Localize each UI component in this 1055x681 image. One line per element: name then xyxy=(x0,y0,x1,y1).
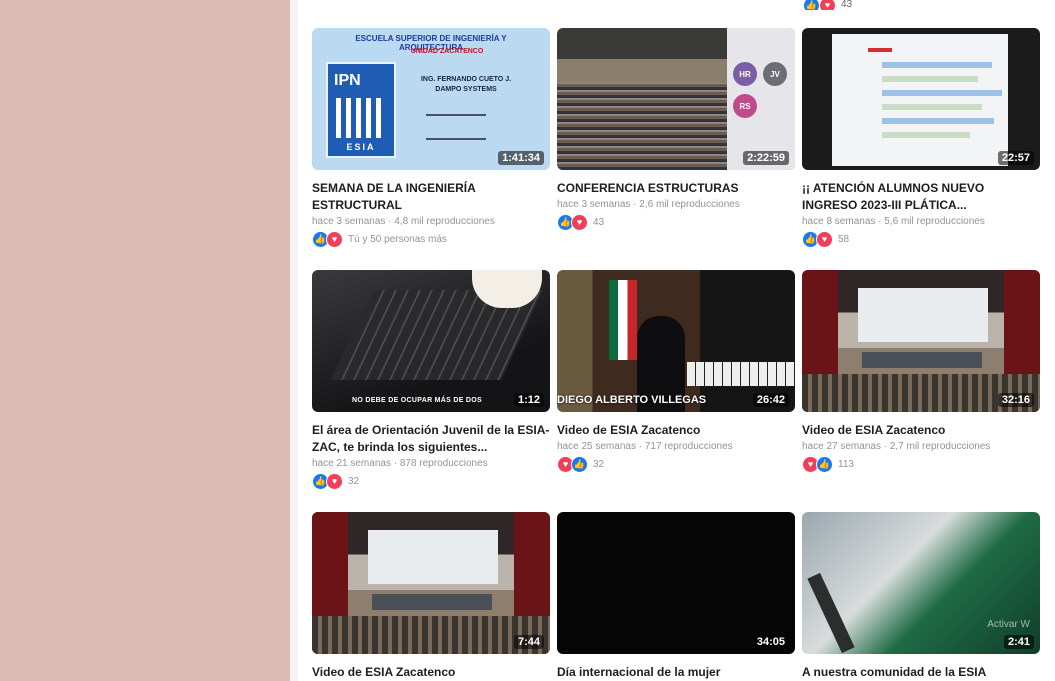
love-icon: ♥ xyxy=(819,0,836,10)
thumb-subbanner: UNIDAD ZACATENCO xyxy=(410,48,484,55)
video-card[interactable]: ESCUELA SUPERIOR DE INGENIERÍA Y ARQUITE… xyxy=(312,28,550,248)
love-icon: ♥ xyxy=(571,214,588,231)
video-meta: hace 21 semanas · 878 reproducciones xyxy=(312,458,488,469)
video-reactions[interactable]: ♥ 👍 32 xyxy=(557,456,795,473)
video-duration: 32:16 xyxy=(997,393,1034,407)
video-thumbnail[interactable]: 32:16 xyxy=(802,270,1040,412)
video-card[interactable]: 22:57 ¡¡ ATENCIÓN ALUMNOS NUEVO INGRESO … xyxy=(802,28,1040,248)
participants-panel: HR JV RS xyxy=(727,28,795,170)
video-thumbnail[interactable]: Activar W 2:41 xyxy=(802,512,1040,654)
video-duration: 1:12 xyxy=(513,393,544,407)
video-thumbnail[interactable]: ESCUELA SUPERIOR DE INGENIERÍA Y ARQUITE… xyxy=(312,28,550,170)
video-title[interactable]: El área de Orientación Juvenil de la ESI… xyxy=(312,422,550,456)
video-card[interactable]: Activar W 2:41 A nuestra comunidad de la… xyxy=(802,512,1040,681)
video-title[interactable]: ¡¡ ATENCIÓN ALUMNOS NUEVO INGRESO 2023-I… xyxy=(802,180,1040,214)
thumb-caption: NO DEBE DE OCUPAR MÁS DE DOS xyxy=(352,397,483,404)
video-meta: hace 3 semanas · 2,6 mil reproducciones xyxy=(557,199,740,210)
video-duration: 26:42 xyxy=(752,393,789,407)
video-meta: hace 3 semanas · 4,8 mil reproducciones xyxy=(312,216,495,227)
like-icon: 👍 xyxy=(816,456,833,473)
video-title[interactable]: Día internacional de la mujer xyxy=(557,664,795,681)
video-duration: 2:41 xyxy=(1003,635,1034,649)
mexico-flag-icon xyxy=(609,280,637,360)
love-icon: ♥ xyxy=(816,231,833,248)
partial-reactions: 👍 ♥ 43 xyxy=(803,0,852,10)
video-grid: 👍 ♥ 43 ESCUELA SUPERIOR DE INGENIERÍA Y … xyxy=(298,0,1055,681)
video-thumbnail[interactable]: 7:44 xyxy=(312,512,550,654)
video-title[interactable]: Video de ESIA Zacatenco xyxy=(312,664,550,681)
left-panel xyxy=(0,0,290,681)
video-reactions[interactable]: 👍 ♥ 32 xyxy=(312,473,550,490)
video-reactions[interactable]: 👍 ♥ 58 xyxy=(802,231,1040,248)
thumb-caption: DIEGO ALBERTO VILLEGAS xyxy=(557,394,707,406)
avatar: RS xyxy=(733,94,757,118)
video-duration: 34:05 xyxy=(752,635,789,649)
video-thumbnail[interactable]: 22:57 xyxy=(802,28,1040,170)
video-reactions[interactable]: 👍 ♥ Tú y 50 personas más xyxy=(312,231,550,248)
video-thumbnail[interactable]: 34:05 xyxy=(557,512,795,654)
video-meta: hace 8 semanas · 5,6 mil reproducciones xyxy=(802,216,985,227)
video-thumbnail[interactable]: DIEGO ALBERTO VILLEGAS 26:42 xyxy=(557,270,795,412)
video-thumbnail[interactable]: NO DEBE DE OCUPAR MÁS DE DOS 1:12 xyxy=(312,270,550,412)
video-duration: 22:57 xyxy=(997,151,1034,165)
video-title[interactable]: Video de ESIA Zacatenco xyxy=(557,422,795,439)
video-duration: 1:41:34 xyxy=(498,151,544,165)
video-card[interactable]: 7:44 Video de ESIA Zacatenco xyxy=(312,512,550,681)
video-duration: 7:44 xyxy=(513,635,544,649)
video-card[interactable]: DIEGO ALBERTO VILLEGAS 26:42 Video de ES… xyxy=(557,270,795,473)
video-card[interactable]: NO DEBE DE OCUPAR MÁS DE DOS 1:12 El áre… xyxy=(312,270,550,490)
video-thumbnail[interactable]: HR JV RS 2:22:59 xyxy=(557,28,795,170)
video-meta: hace 25 semanas · 717 reproducciones xyxy=(557,441,733,452)
video-title[interactable]: CONFERENCIA ESTRUCTURAS xyxy=(557,180,795,197)
video-card[interactable]: HR JV RS 2:22:59 CONFERENCIA ESTRUCTURAS… xyxy=(557,28,795,231)
thumb-speaker: ING. FERNANDO CUETO J. xyxy=(420,76,512,83)
video-card[interactable]: 32:16 Video de ESIA Zacatenco hace 27 se… xyxy=(802,270,1040,473)
video-meta: hace 27 semanas · 2,7 mil reproducciones xyxy=(802,441,991,452)
love-icon: ♥ xyxy=(326,231,343,248)
watermark-text: Activar W xyxy=(987,619,1030,630)
video-reactions[interactable]: ♥ 👍 113 xyxy=(802,456,1040,473)
video-title[interactable]: A nuestra comunidad de la ESIA xyxy=(802,664,1040,681)
avatar: HR xyxy=(733,62,757,86)
video-title[interactable]: SEMANA DE LA INGENIERÍA ESTRUCTURAL xyxy=(312,180,550,214)
like-icon: 👍 xyxy=(571,456,588,473)
thumb-company: DAMPO SYSTEMS xyxy=(435,86,497,93)
like-icon: 👍 xyxy=(803,0,820,10)
avatar: JV xyxy=(763,62,787,86)
gutter xyxy=(290,0,298,681)
video-reactions[interactable]: 👍 ♥ 43 xyxy=(557,214,795,231)
love-icon: ♥ xyxy=(326,473,343,490)
video-card[interactable]: 34:05 Día internacional de la mujer xyxy=(557,512,795,681)
ipn-esia-logo-icon: IPN ESIA xyxy=(326,62,396,158)
video-duration: 2:22:59 xyxy=(743,151,789,165)
video-title[interactable]: Video de ESIA Zacatenco xyxy=(802,422,1040,439)
